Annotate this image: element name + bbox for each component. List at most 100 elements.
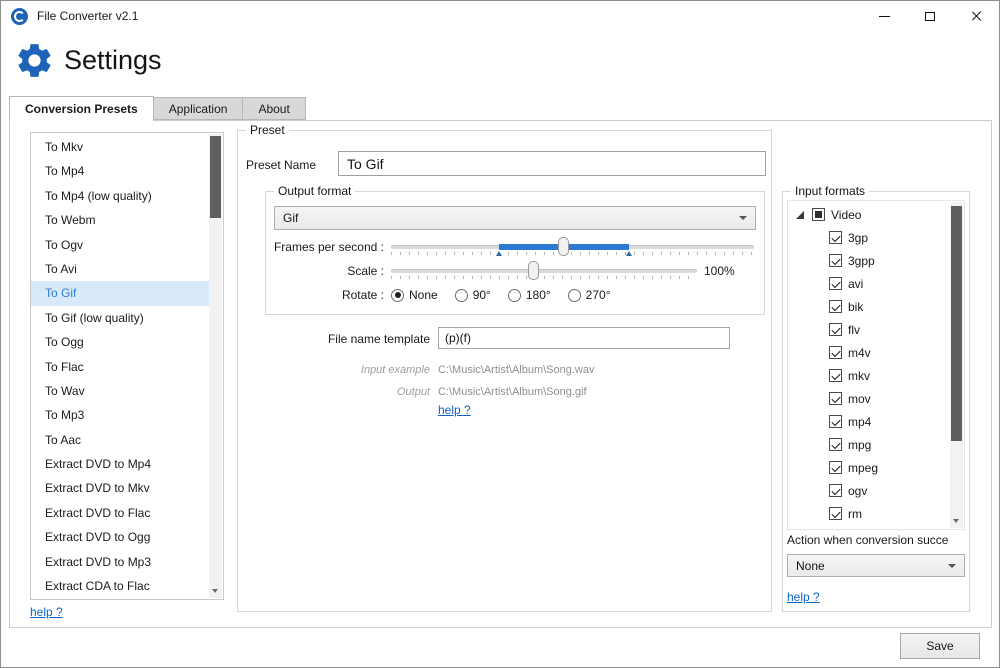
fps-row: Frames per second : bbox=[266, 236, 764, 258]
conversion-action-label: Action when conversion succe bbox=[787, 533, 967, 547]
chevron-down-icon bbox=[739, 216, 747, 220]
preset-list-item[interactable]: Extract DVD to Flac bbox=[31, 501, 209, 525]
fps-slider-ticks bbox=[391, 252, 754, 255]
format-item[interactable]: flv bbox=[790, 318, 950, 341]
preset-list-scrollbar[interactable] bbox=[209, 134, 222, 598]
checkbox-checked-icon[interactable] bbox=[829, 507, 842, 520]
checkbox-checked-icon[interactable] bbox=[829, 438, 842, 451]
format-item[interactable]: avi bbox=[790, 272, 950, 295]
formats-scrollbar[interactable] bbox=[950, 202, 963, 528]
format-category-video[interactable]: Video bbox=[790, 203, 950, 226]
scale-slider-rail[interactable] bbox=[391, 269, 697, 273]
tree-expander-icon[interactable] bbox=[796, 211, 804, 219]
save-button[interactable]: Save bbox=[900, 633, 980, 659]
preset-list-item[interactable]: To Mp4 bbox=[31, 159, 209, 183]
scale-slider-thumb[interactable] bbox=[528, 261, 539, 280]
format-item[interactable]: mpeg bbox=[790, 456, 950, 479]
format-item[interactable]: 3gpp bbox=[790, 249, 950, 272]
fps-slider-thumb[interactable] bbox=[558, 237, 569, 256]
preset-list-item[interactable]: Extract DVD to Ogg bbox=[31, 525, 209, 549]
formats-help-link[interactable]: help ? bbox=[787, 590, 820, 604]
title-bar: File Converter v2.1 bbox=[1, 1, 999, 31]
tab-conversion-presets[interactable]: Conversion Presets bbox=[9, 96, 154, 121]
tab-about[interactable]: About bbox=[243, 97, 305, 120]
preset-list-item[interactable]: To Webm bbox=[31, 208, 209, 232]
scroll-down-icon[interactable] bbox=[953, 519, 959, 523]
preset-list-item[interactable]: To Gif bbox=[31, 281, 209, 305]
scale-slider[interactable] bbox=[391, 260, 697, 282]
rotate-option[interactable]: 180° bbox=[508, 288, 551, 302]
preset-list-item[interactable]: To Flac bbox=[31, 355, 209, 379]
checkbox-checked-icon[interactable] bbox=[829, 231, 842, 244]
format-item[interactable]: mov bbox=[790, 387, 950, 410]
close-button[interactable] bbox=[953, 1, 999, 31]
scroll-down-icon[interactable] bbox=[212, 589, 218, 593]
output-format-value: Gif bbox=[283, 211, 298, 225]
radio-icon bbox=[508, 289, 521, 302]
preset-list-item[interactable]: To Avi bbox=[31, 257, 209, 281]
format-item[interactable]: rm bbox=[790, 502, 950, 525]
maximize-button[interactable] bbox=[907, 1, 953, 31]
output-format-group-label: Output format bbox=[274, 184, 355, 198]
checkbox-checked-icon[interactable] bbox=[829, 323, 842, 336]
preset-list-item[interactable]: To Wav bbox=[31, 379, 209, 403]
format-item[interactable]: mpg bbox=[790, 433, 950, 456]
preset-list-item[interactable]: Extract DVD to Mp4 bbox=[31, 452, 209, 476]
scale-slider-ticks bbox=[391, 276, 697, 279]
format-item[interactable]: bik bbox=[790, 295, 950, 318]
scrollbar-thumb[interactable] bbox=[210, 136, 221, 218]
minimize-button[interactable] bbox=[861, 1, 907, 31]
preset-list: To MkvTo Mp4To Mp4 (low quality)To WebmT… bbox=[30, 132, 224, 600]
checkbox-checked-icon[interactable] bbox=[829, 300, 842, 313]
window-title: File Converter v2.1 bbox=[37, 9, 138, 23]
checkbox-checked-icon[interactable] bbox=[829, 277, 842, 290]
format-item[interactable]: mp4 bbox=[790, 410, 950, 433]
preset-list-item[interactable]: To Ogg bbox=[31, 330, 209, 354]
rotate-option[interactable]: 270° bbox=[568, 288, 611, 302]
rotate-option[interactable]: None bbox=[391, 288, 438, 302]
preset-list-item[interactable]: To Aac bbox=[31, 428, 209, 452]
conversion-action-combobox[interactable]: None bbox=[787, 554, 965, 577]
app-logo-icon bbox=[11, 8, 28, 25]
format-item[interactable]: ogv bbox=[790, 479, 950, 502]
checkbox-indeterminate-icon[interactable] bbox=[812, 208, 825, 221]
chevron-down-icon bbox=[948, 564, 956, 568]
output-example-label: Output bbox=[238, 386, 430, 398]
preset-list-item[interactable]: To Ogv bbox=[31, 233, 209, 257]
checkbox-checked-icon[interactable] bbox=[829, 346, 842, 359]
output-format-combobox[interactable]: Gif bbox=[274, 206, 756, 230]
file-name-template-label: File name template bbox=[238, 332, 430, 346]
preset-name-input[interactable] bbox=[338, 151, 766, 176]
preset-name-label: Preset Name bbox=[246, 158, 316, 172]
format-item[interactable]: m4v bbox=[790, 341, 950, 364]
checkbox-checked-icon[interactable] bbox=[829, 369, 842, 382]
output-format-groupbox: Output format Gif Frames per second : bbox=[265, 191, 765, 315]
checkbox-checked-icon[interactable] bbox=[829, 254, 842, 267]
conversion-action-value: None bbox=[796, 559, 825, 573]
scale-row: Scale : 100% bbox=[266, 260, 764, 282]
checkbox-checked-icon[interactable] bbox=[829, 484, 842, 497]
checkbox-checked-icon[interactable] bbox=[829, 392, 842, 405]
preset-list-items: To MkvTo Mp4To Mp4 (low quality)To WebmT… bbox=[31, 135, 209, 597]
input-formats-tree: Video 3gp 3gpp avi bik bbox=[787, 200, 965, 530]
format-item[interactable]: mkv bbox=[790, 364, 950, 387]
preset-list-item[interactable]: Extract CDA to Flac bbox=[31, 574, 209, 597]
scrollbar-thumb[interactable] bbox=[951, 206, 962, 441]
presets-help-link[interactable]: help ? bbox=[30, 605, 63, 619]
preset-list-item[interactable]: To Mp3 bbox=[31, 403, 209, 427]
checkbox-checked-icon[interactable] bbox=[829, 461, 842, 474]
format-item[interactable]: 3gp bbox=[790, 226, 950, 249]
fps-slider[interactable] bbox=[391, 236, 754, 258]
preset-list-item[interactable]: Extract DVD to Mp3 bbox=[31, 550, 209, 574]
file-name-template-input[interactable] bbox=[438, 327, 730, 349]
rotate-option[interactable]: 90° bbox=[455, 288, 491, 302]
preset-list-item[interactable]: To Mkv bbox=[31, 135, 209, 159]
checkbox-checked-icon[interactable] bbox=[829, 415, 842, 428]
tab-bar: Conversion Presets Application About bbox=[9, 96, 306, 120]
preset-list-item[interactable]: Extract DVD to Mkv bbox=[31, 476, 209, 500]
template-help-link[interactable]: help ? bbox=[438, 403, 471, 417]
minimize-icon bbox=[879, 16, 890, 17]
tab-application[interactable]: Application bbox=[154, 97, 244, 120]
preset-list-item[interactable]: To Mp4 (low quality) bbox=[31, 184, 209, 208]
preset-list-item[interactable]: To Gif (low quality) bbox=[31, 306, 209, 330]
